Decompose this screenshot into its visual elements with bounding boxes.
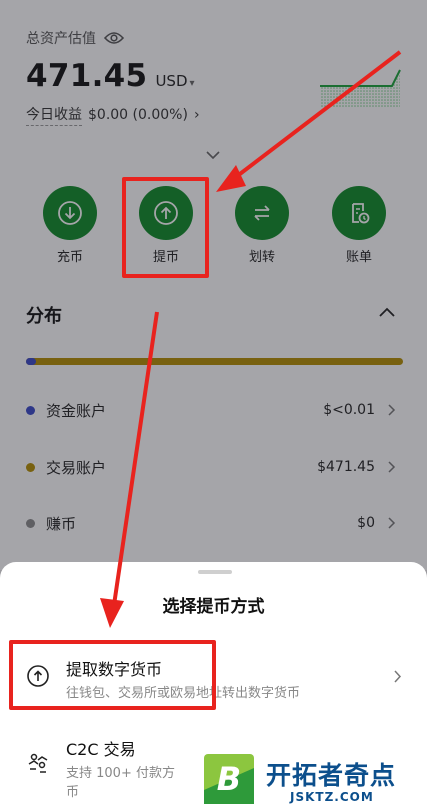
watermark-logo-icon: B bbox=[200, 750, 258, 808]
sheet-title: 选择提币方式 bbox=[162, 597, 265, 617]
chevron-right-icon bbox=[394, 670, 402, 683]
watermark-domain: JSKTZ.COM bbox=[290, 790, 374, 804]
c2c-people-icon bbox=[28, 753, 48, 773]
watermark-logo-letter: B bbox=[217, 760, 241, 798]
watermark: B 开拓者奇点 JSKTZ.COM bbox=[198, 748, 427, 810]
sheet-grabber[interactable] bbox=[198, 570, 232, 574]
highlight-box-withdraw-crypto bbox=[9, 640, 216, 710]
modal-dim-overlay[interactable] bbox=[0, 0, 427, 570]
option-description-line2: 币 bbox=[66, 785, 80, 800]
watermark-text: 开拓者奇点 bbox=[266, 761, 397, 790]
option-title: C2C 交易 bbox=[66, 740, 136, 759]
highlight-box-withdraw bbox=[122, 177, 209, 278]
option-description-line1: 支持 100+ 付款方 bbox=[66, 766, 175, 781]
